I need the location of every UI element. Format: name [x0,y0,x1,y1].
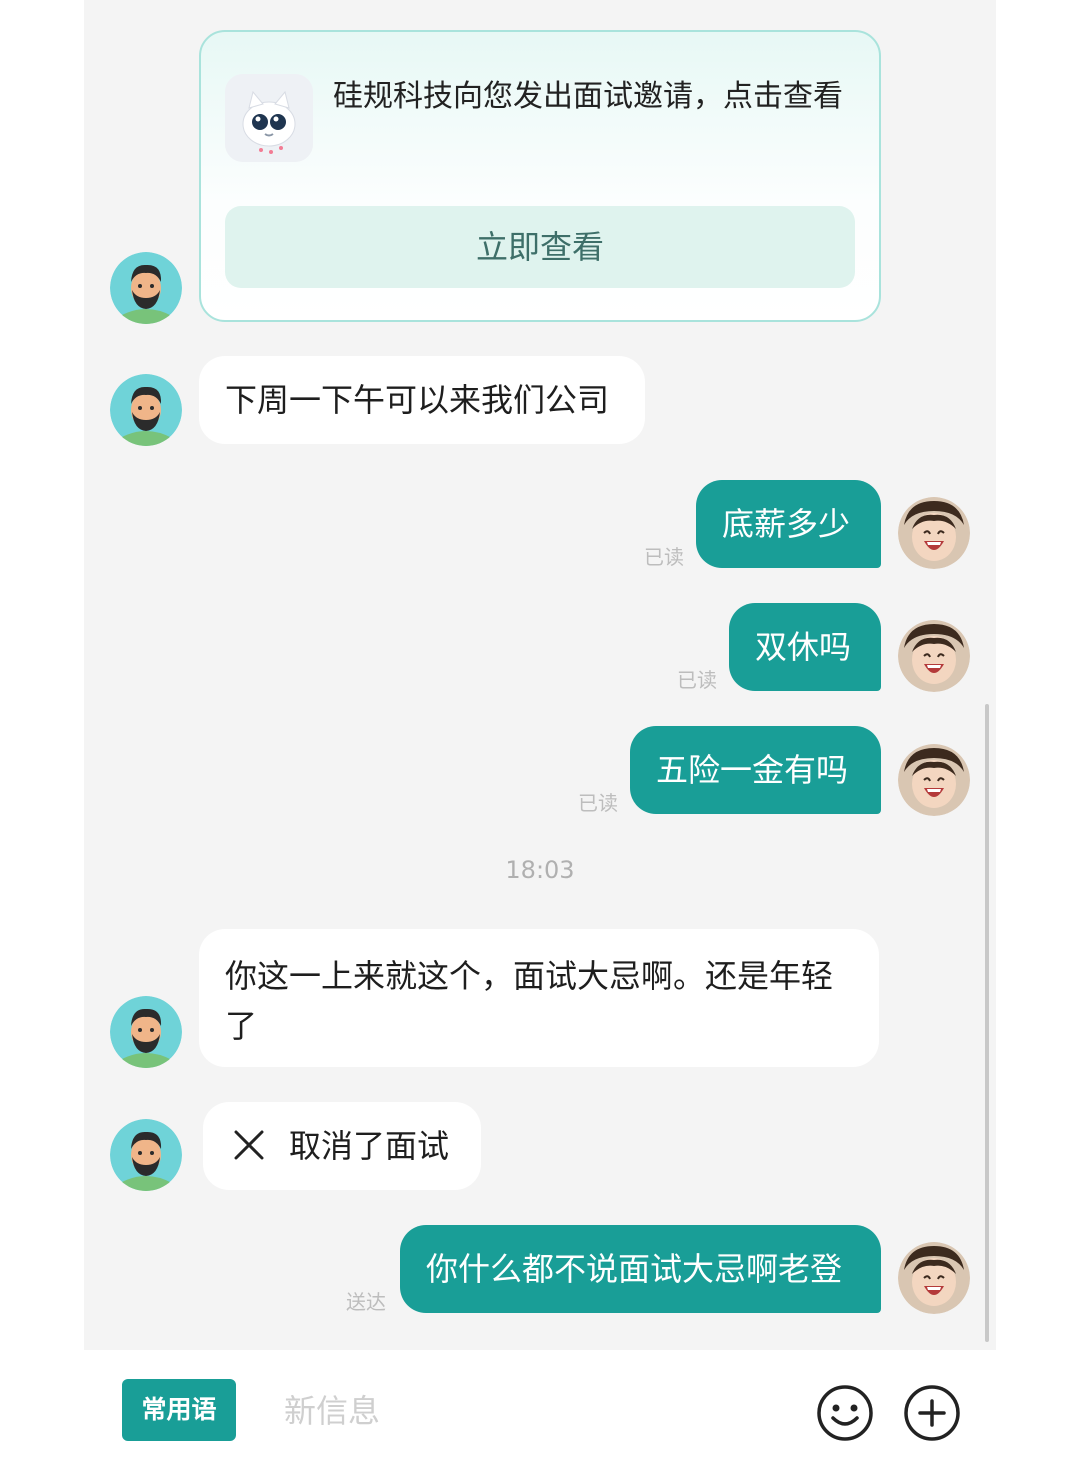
my-avatar[interactable] [898,744,970,816]
message-text: 双休吗 [755,628,852,666]
message-bubble-outgoing[interactable]: 底薪多少 [696,480,881,568]
message-bubble-incoming[interactable]: 你这一上来就这个，面试大忌啊。还是年轻了 [199,929,879,1067]
message-text: 五险一金有吗 [656,751,849,789]
chat-scrollbar[interactable] [985,704,989,1342]
recruiter-avatar[interactable] [110,252,182,324]
view-now-button[interactable]: 立即查看 [225,206,855,288]
cross-icon [233,1125,265,1160]
message-text: 你什么都不说面试大忌啊老登 [426,1250,843,1288]
my-avatar[interactable] [898,497,970,569]
my-avatar[interactable] [898,620,970,692]
message-input[interactable] [270,1384,798,1438]
message-bubble-outgoing[interactable]: 五险一金有吗 [630,726,881,814]
read-status: 已读 [677,668,717,692]
recruiter-avatar[interactable] [110,374,182,446]
chat-area[interactable]: 硅规科技向您发出面试邀请，点击查看 立即查看 下周一下午可以来我们公司 已读 底… [84,0,996,1350]
smiley-icon[interactable] [816,1384,874,1442]
read-status: 已读 [578,791,618,815]
delivered-status: 送达 [346,1290,386,1314]
message-bubble-incoming[interactable]: 下周一下午可以来我们公司 [199,356,645,444]
message-text: 下周一下午可以来我们公司 [225,381,610,419]
recruiter-avatar[interactable] [110,1119,182,1191]
message-text: 取消了面试 [289,1127,450,1165]
message-text: 你这一上来就这个，面试大忌啊。还是年轻了 [225,957,834,1045]
plus-circle-icon[interactable] [903,1384,961,1442]
message-bubble-outgoing[interactable]: 双休吗 [729,603,881,691]
invite-message: 硅规科技向您发出面试邀请，点击查看 [333,79,843,114]
interview-invite-card[interactable]: 硅规科技向您发出面试邀请，点击查看 立即查看 [199,30,881,322]
interview-cancelled-notice: 取消了面试 [203,1102,481,1190]
recruiter-avatar[interactable] [110,996,182,1068]
read-status: 已读 [644,545,684,569]
message-text: 底薪多少 [722,505,851,543]
quick-phrases-button[interactable]: 常用语 [122,1379,236,1441]
company-logo [225,74,313,162]
message-bubble-outgoing[interactable]: 你什么都不说面试大忌啊老登 [400,1225,881,1313]
message-timestamp: 18:03 [505,856,575,884]
my-avatar[interactable] [898,1242,970,1314]
